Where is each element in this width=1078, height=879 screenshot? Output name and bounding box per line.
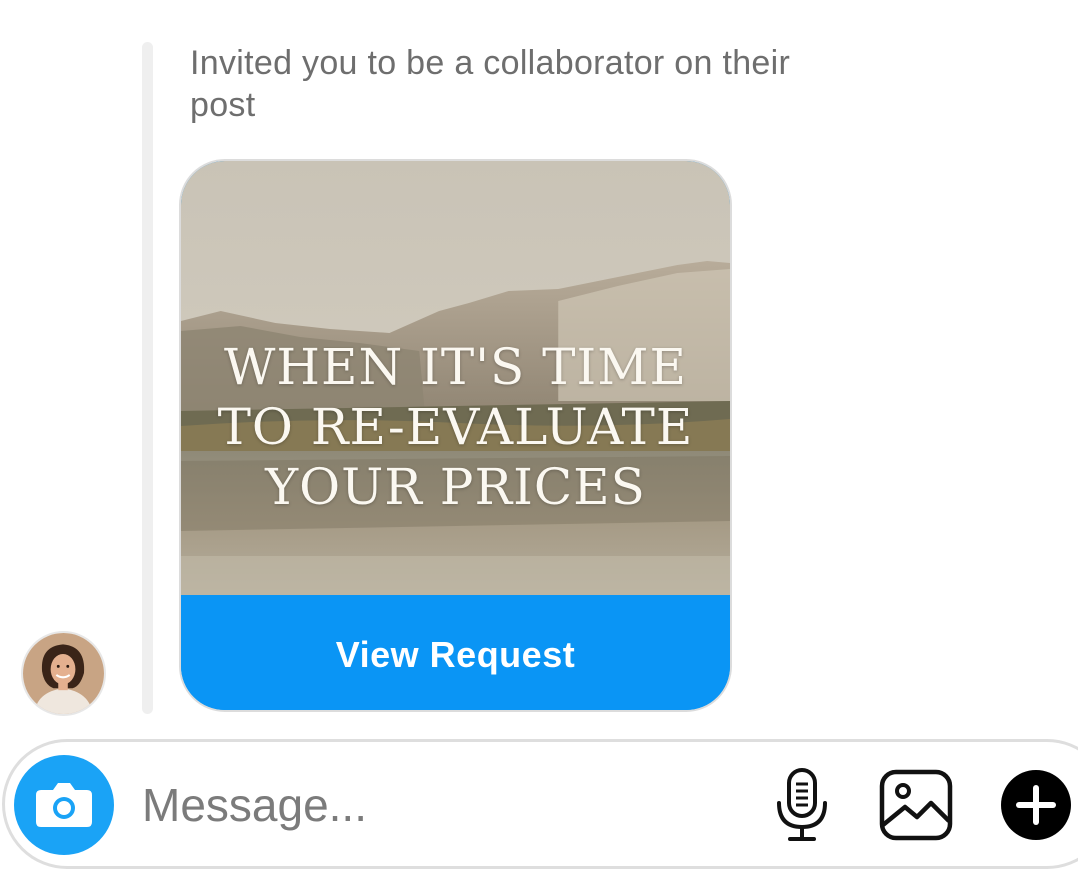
plus-circle-icon <box>1001 770 1071 840</box>
post-headline-line: TO RE-EVALUATE <box>217 398 694 456</box>
more-options-button[interactable] <box>997 766 1075 844</box>
voice-message-button[interactable] <box>763 766 841 844</box>
microphone-icon <box>777 768 827 841</box>
post-preview-image[interactable]: WHEN IT'S TIME TO RE-EVALUATE YOUR PRICE… <box>181 161 730 595</box>
thread-reply-line <box>142 42 153 714</box>
camera-icon <box>36 783 92 827</box>
sender-avatar[interactable] <box>21 631 106 716</box>
post-headline-line: YOUR PRICES <box>265 458 646 516</box>
gallery-button[interactable] <box>877 766 955 844</box>
collaborator-invite-text: Invited you to be a collaborator on thei… <box>190 44 791 124</box>
view-request-label: View Request <box>335 633 576 675</box>
dm-thread-screen: Invited you to be a collaborator on thei… <box>0 0 1078 879</box>
post-headline: WHEN IT'S TIME TO RE-EVALUATE YOUR PRICE… <box>181 337 730 517</box>
post-headline-line: WHEN IT'S TIME <box>224 338 687 396</box>
view-request-button[interactable]: View Request <box>181 595 730 710</box>
profile-photo <box>23 633 104 714</box>
camera-button[interactable] <box>14 755 114 855</box>
shared-post-card[interactable]: WHEN IT'S TIME TO RE-EVALUATE YOUR PRICE… <box>179 159 732 712</box>
image-gallery-icon <box>879 769 953 841</box>
message-input[interactable] <box>142 774 742 836</box>
